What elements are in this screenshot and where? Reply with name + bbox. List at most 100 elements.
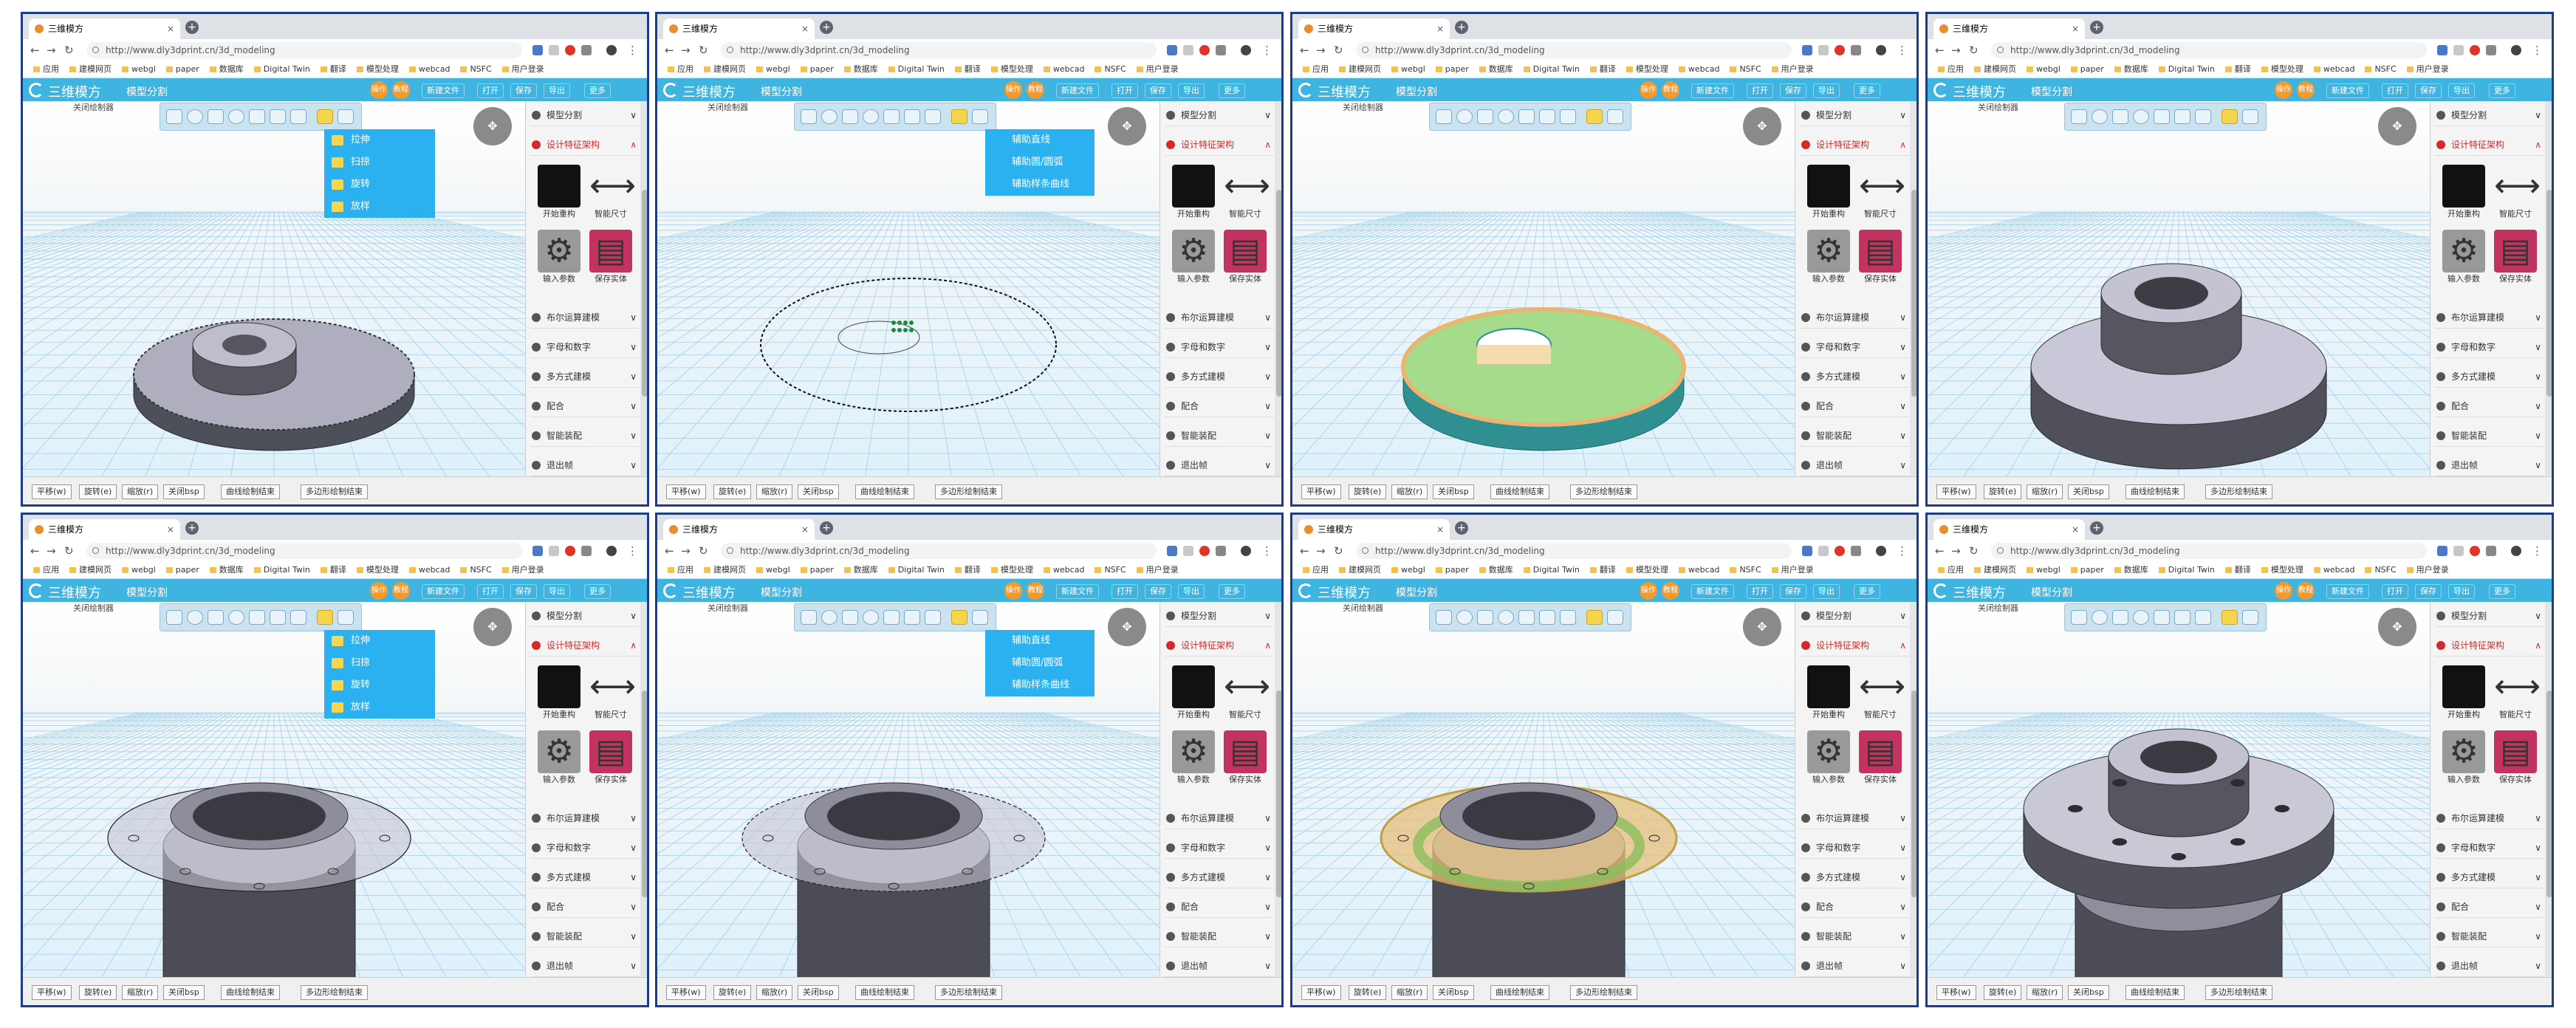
bottom-button[interactable]: 缩放(r)	[1391, 484, 1428, 499]
aux-line-tool-icon[interactable]	[1607, 109, 1623, 124]
3d-viewport[interactable]: 关闭绘制器 ✥ 拉伸 扫掠 旋转 放样	[23, 101, 525, 476]
new-file-button[interactable]: 新建文件	[2326, 83, 2369, 98]
profile-icon[interactable]	[1876, 45, 1886, 55]
tutorial-button[interactable]: 教程	[392, 81, 410, 99]
tutorial-button[interactable]: 教程	[1662, 81, 1679, 99]
bookmark-item[interactable]: webcad	[1678, 61, 1719, 78]
profile-icon[interactable]	[2511, 45, 2521, 55]
feature-tile[interactable]: ⚙ 输入参数	[2438, 230, 2490, 284]
new-tab-button[interactable]: +	[820, 521, 833, 535]
operate-button[interactable]: 操作	[370, 81, 388, 99]
extension-icon[interactable]	[1216, 546, 1226, 556]
feature-tile[interactable]: ▤ 保存实体	[585, 730, 637, 785]
bottom-button[interactable]: 多边形绘制结束	[1570, 985, 1637, 1000]
more-button[interactable]: 更多	[1219, 83, 1245, 98]
feature-tile[interactable]: ⟷ 智能尺寸	[1219, 665, 1271, 720]
ellipse-tool-icon[interactable]	[1498, 109, 1514, 124]
more-button[interactable]: 更多	[1219, 584, 1245, 599]
ellipse-tool-icon[interactable]	[228, 109, 244, 124]
bookmark-item[interactable]: 模型处理	[356, 61, 399, 78]
bottom-button[interactable]: 多边形绘制结束	[1570, 484, 1637, 499]
more-button[interactable]: 更多	[584, 584, 611, 599]
forward-icon[interactable]: →	[1316, 44, 1326, 57]
side-item[interactable]: 退出帧 ∨	[530, 454, 640, 476]
side-item[interactable]: 多方式建模 ∨	[2435, 366, 2544, 388]
dropdown-item[interactable]: 放样	[324, 196, 435, 218]
reload-icon[interactable]: ↻	[1334, 44, 1343, 57]
ellipse-tool-icon[interactable]	[2133, 109, 2149, 124]
url-bar[interactable]: http://www.dly3dprint.cn/3d_modeling	[1991, 543, 2427, 559]
bookmark-item[interactable]: 应用	[33, 61, 59, 78]
adblock-icon[interactable]	[2470, 45, 2480, 55]
bookmark-item[interactable]: webgl	[2027, 61, 2061, 78]
polygon-tool-icon[interactable]	[2154, 109, 2170, 124]
view-gizmo[interactable]: ✥	[473, 107, 512, 145]
new-tab-button[interactable]: +	[820, 21, 833, 34]
bookmark-item[interactable]: 用户登录	[1136, 61, 1179, 78]
side-item[interactable]: 模型分割 ∨	[1165, 104, 1274, 126]
arc-tool-icon[interactable]	[290, 610, 306, 625]
open-button[interactable]: 打开	[2382, 584, 2408, 599]
side-item[interactable]: 字母和数字 ∨	[530, 837, 640, 859]
new-tab-button[interactable]: +	[1455, 21, 1468, 34]
profile-icon[interactable]	[606, 546, 617, 556]
profile-icon[interactable]	[1876, 546, 1886, 556]
bookmark-item[interactable]: paper	[165, 61, 199, 78]
aux-line-tool-icon[interactable]	[338, 109, 354, 124]
operate-button[interactable]: 操作	[370, 582, 388, 600]
bookmark-item[interactable]: paper	[800, 562, 834, 578]
side-item[interactable]: 模型分割 ∨	[1165, 605, 1274, 627]
side-item[interactable]: 布尔运算建模 ∨	[1165, 807, 1274, 829]
tutorial-button[interactable]: 教程	[1027, 81, 1044, 99]
side-item[interactable]: 退出帧 ∨	[1800, 955, 1909, 977]
reload-icon[interactable]: ↻	[699, 44, 708, 57]
bottom-button[interactable]: 多边形绘制结束	[2205, 985, 2272, 1000]
more-button[interactable]: 更多	[1854, 83, 1880, 98]
bookmark-item[interactable]: paper	[1435, 61, 1469, 78]
bookmark-item[interactable]: 数据库	[843, 562, 878, 578]
bottom-button[interactable]: 旋转(e)	[713, 484, 752, 499]
new-file-button[interactable]: 新建文件	[1691, 83, 1734, 98]
spline-tool-icon[interactable]	[904, 109, 920, 124]
menu-icon[interactable]: ⋮	[627, 44, 638, 57]
side-item[interactable]: 配合 ∨	[1165, 896, 1274, 918]
feature-tile[interactable]: 开始重构	[1168, 665, 1219, 720]
model-view[interactable]	[1928, 602, 2430, 977]
close-tab-icon[interactable]: ×	[2072, 18, 2079, 39]
side-item[interactable]: 模型分割 ∨	[1800, 605, 1909, 627]
close-tab-icon[interactable]: ×	[801, 18, 809, 39]
side-item[interactable]: 布尔运算建模 ∨	[1800, 807, 1909, 829]
back-icon[interactable]: ←	[1935, 44, 1945, 57]
save-button[interactable]: 保存	[510, 584, 537, 599]
bottom-button[interactable]: 关闭bsp	[798, 985, 839, 1000]
spline-tool-icon[interactable]	[1539, 610, 1555, 625]
side-item[interactable]: 配合 ∨	[530, 395, 640, 417]
view-gizmo[interactable]: ✥	[2378, 107, 2416, 145]
side-item[interactable]: 智能装配 ∨	[1165, 425, 1274, 447]
bookmark-item[interactable]: NSFC	[2365, 562, 2397, 578]
operate-button[interactable]: 操作	[1004, 582, 1022, 600]
bottom-button[interactable]: 缩放(r)	[1391, 985, 1428, 1000]
extension-icon[interactable]	[2453, 546, 2464, 556]
bookmark-item[interactable]: 建模网页	[69, 61, 112, 78]
dropdown-item[interactable]: 拉伸	[324, 129, 435, 151]
feature-tool-icon[interactable]	[2222, 610, 2238, 625]
tutorial-button[interactable]: 教程	[2297, 81, 2315, 99]
bottom-button[interactable]: 多边形绘制结束	[301, 484, 368, 499]
ellipse-tool-icon[interactable]	[863, 610, 879, 625]
spline-tool-icon[interactable]	[2174, 109, 2190, 124]
feature-tile[interactable]: 开始重构	[2438, 665, 2490, 720]
feature-tile[interactable]: ⟷ 智能尺寸	[2490, 665, 2541, 720]
side-item[interactable]: 智能装配 ∨	[2435, 925, 2544, 948]
arc-tool-icon[interactable]	[925, 610, 941, 625]
bottom-button[interactable]: 平移(w)	[1936, 484, 1976, 499]
view-gizmo[interactable]: ✥	[1108, 107, 1146, 145]
rect-tool-icon[interactable]	[842, 109, 858, 124]
reload-icon[interactable]: ↻	[1969, 544, 1979, 558]
bookmark-item[interactable]: 应用	[668, 562, 693, 578]
url-bar[interactable]: http://www.dly3dprint.cn/3d_modeling	[86, 42, 522, 58]
extension-icon[interactable]	[1851, 45, 1861, 55]
reload-icon[interactable]: ↻	[64, 44, 74, 57]
new-file-button[interactable]: 新建文件	[1691, 584, 1734, 599]
bottom-button[interactable]: 关闭bsp	[2068, 985, 2109, 1000]
